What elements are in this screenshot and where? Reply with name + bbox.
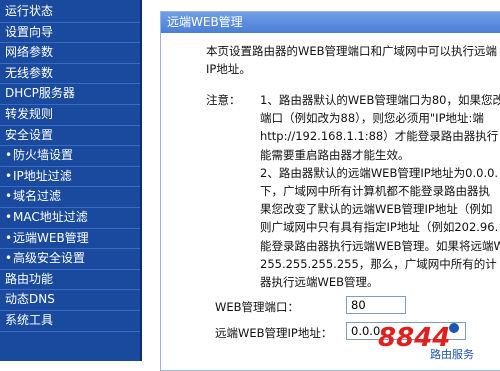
remote-ip-label: 远端WEB管理IP地址： bbox=[215, 326, 333, 340]
bullet-icon: • bbox=[5, 148, 13, 163]
note-line: 2、路由器默认的远端WEB管理IP地址为0.0.0. bbox=[260, 165, 499, 180]
intro-text-line-1: 本页设置路由器的WEB管理端口和广域网中可以执行远端 bbox=[206, 44, 498, 58]
intro-text-line-2: IP地址。 bbox=[206, 62, 251, 76]
sidebar-item-label: 网络参数 bbox=[5, 45, 54, 60]
watermark-sub: 路由服务 bbox=[430, 347, 474, 361]
sidebar-item-label: 运行状态 bbox=[5, 4, 54, 18]
sidebar-item-label: 域名过滤 bbox=[13, 189, 62, 204]
sidebar-item-label: MAC地址过滤 bbox=[13, 210, 88, 224]
web-port-label: WEB管理端口： bbox=[215, 300, 300, 314]
note-line: 端口（例如改为88），则您必须用"IP地址:端 bbox=[260, 111, 484, 126]
bullet-icon: • bbox=[5, 210, 13, 224]
note-line: 下，广域网中所有计算机都不能登录路由器执 bbox=[260, 184, 490, 198]
bullet-icon: • bbox=[5, 230, 13, 245]
sidebar-item-10[interactable]: •MAC地址过滤 bbox=[0, 208, 140, 227]
sidebar-item-7[interactable]: •防火墙设置 bbox=[0, 146, 140, 165]
note-line: 器执行远端WEB管理。 bbox=[260, 275, 379, 289]
note-label: 注意： bbox=[206, 93, 241, 107]
note-line: 能登录路由器执行远端WEB管理。如果将远端W bbox=[260, 238, 500, 253]
bullet-icon: • bbox=[5, 168, 13, 183]
sidebar-item-label: 安全设置 bbox=[5, 127, 54, 142]
sidebar-item-1[interactable]: 设置向导 bbox=[0, 23, 140, 42]
sidebar: 运行状态 设置向导 网络参数 无线参数 DHCP服务器 转发规则 安全设置 •防火墙设置 •IP… bbox=[0, 0, 142, 361]
note-line: 果您改变了默认的远端WEB管理IP地址（例如 bbox=[260, 202, 493, 217]
sidebar-item-14[interactable]: 动态DNS bbox=[0, 290, 140, 309]
sidebar-item-13[interactable]: 路由功能 bbox=[0, 270, 140, 289]
sidebar-item-6[interactable]: 安全设置 bbox=[0, 126, 140, 145]
bullet-icon: • bbox=[5, 251, 13, 266]
sidebar-item-9[interactable]: •域名过滤 bbox=[0, 187, 140, 206]
note-line: http://192.168.1.1:88）才能登录路由器执行 bbox=[260, 129, 499, 144]
sidebar-item-label: 设置向导 bbox=[5, 24, 54, 39]
sidebar-item-15[interactable]: 系统工具 bbox=[0, 311, 140, 330]
sidebar-item-label: 系统工具 bbox=[5, 313, 54, 327]
sidebar-item-8[interactable]: •IP地址过滤 bbox=[0, 167, 140, 186]
note-line: 1、路由器默认的WEB管理端口为80，如果您改变 bbox=[260, 93, 500, 107]
web-port-input[interactable]: 80 bbox=[346, 296, 406, 314]
sidebar-item-label: IP地址过滤 bbox=[13, 168, 72, 183]
note-line: 则广域网中只有具有指定IP地址（例如202.96. bbox=[260, 220, 499, 235]
note-line: 能需要重启路由器才能生效。 bbox=[260, 147, 410, 162]
sidebar-item-label: 转发规则 bbox=[5, 107, 54, 121]
sidebar-item-label: 远端WEB管理 bbox=[13, 230, 89, 245]
sidebar-item-12[interactable]: •高级安全设置 bbox=[0, 249, 140, 268]
remote-web-management-panel: 远端WEB管理 本页设置路由器的WEB管理端口和广域网中可以执行远端 IP地址。… bbox=[160, 11, 500, 371]
bullet-icon: • bbox=[5, 189, 13, 204]
sidebar-divider bbox=[0, 330, 140, 332]
sidebar-item-2[interactable]: 网络参数 bbox=[0, 43, 140, 62]
sidebar-item-4[interactable]: DHCP服务器 bbox=[0, 84, 140, 103]
sidebar-item-11[interactable]: •远端WEB管理 bbox=[0, 229, 140, 248]
content-area: 远端WEB管理 本页设置路由器的WEB管理端口和广域网中可以执行远端 IP地址。… bbox=[142, 0, 500, 371]
sidebar-item-label: 无线参数 bbox=[5, 65, 54, 80]
sidebar-item-3[interactable]: 无线参数 bbox=[0, 64, 140, 83]
sidebar-item-label: 路由功能 bbox=[5, 271, 54, 286]
site-watermark-logo: 8844 路由服务 bbox=[370, 318, 500, 361]
sidebar-item-label: DHCP服务器 bbox=[5, 86, 75, 101]
note-line: 255.255.255.255，那么，广域网中所有的计 bbox=[260, 256, 497, 271]
sidebar-item-label: 动态DNS bbox=[5, 292, 55, 307]
sidebar-item-label: 防火墙设置 bbox=[13, 148, 74, 163]
panel-title: 远端WEB管理 bbox=[161, 12, 500, 33]
sidebar-item-label: 高级安全设置 bbox=[13, 251, 86, 266]
sidebar-item-5[interactable]: 转发规则 bbox=[0, 105, 140, 124]
sidebar-item-0[interactable]: 运行状态 bbox=[0, 2, 140, 21]
